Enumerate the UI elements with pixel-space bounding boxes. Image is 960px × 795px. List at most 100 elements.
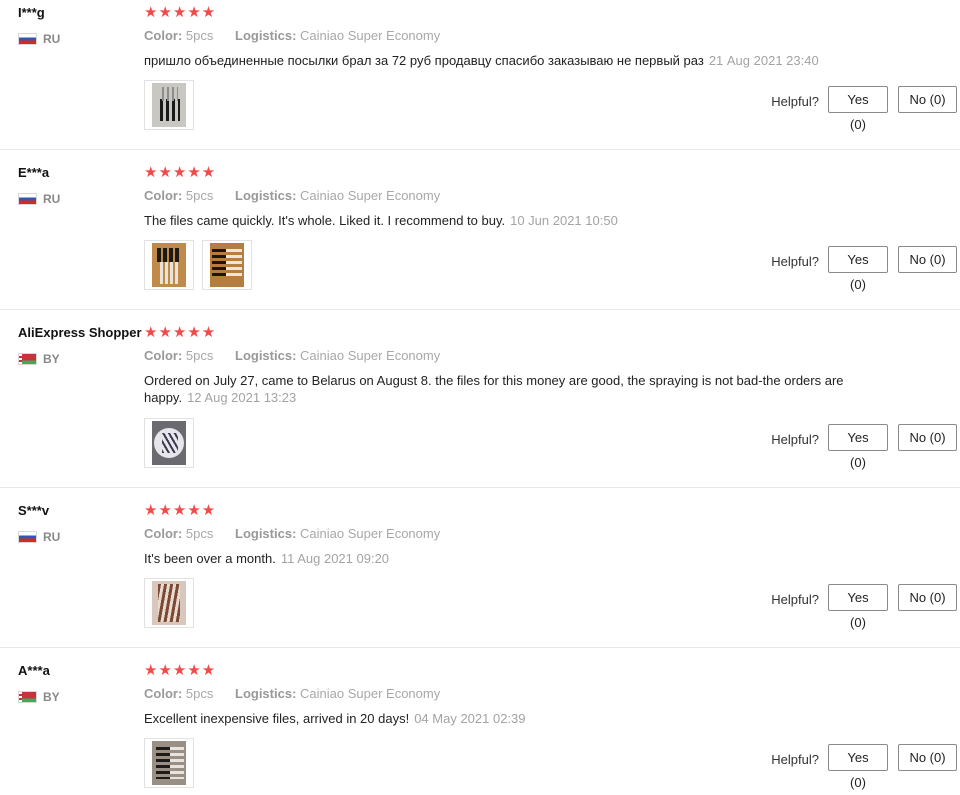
helpful-yes-button[interactable]: Yes (0) [828, 584, 888, 630]
reviewer-info: E***a RU [18, 164, 143, 207]
review-photo-thumbnail[interactable] [202, 240, 252, 290]
logistics-value: Cainiao Super Economy [300, 28, 441, 43]
review-text-block: The files came quickly. It's whole. Like… [144, 212, 864, 229]
review-item: A***a BY ★★★★★ Color: 5pcs Logistics: Ca… [0, 658, 960, 795]
review-date: 11 Aug 2021 09:20 [280, 551, 390, 566]
color-value: 5pcs [185, 686, 214, 701]
review-photos [144, 738, 194, 788]
color-value: 5pcs [185, 526, 214, 541]
color-label: Color: [144, 28, 183, 43]
review-body: ★★★★★ Color: 5pcs Logistics: Cainiao Sup… [144, 164, 864, 229]
color-value: 5pcs [185, 188, 214, 203]
country-code: RU [43, 192, 61, 206]
review-text: пришло объединенные посылки брал за 72 р… [144, 53, 704, 68]
helpful-label: Helpful? [771, 254, 819, 269]
helpful-no-button[interactable]: No (0) [898, 744, 957, 771]
logistics-label: Logistics: [235, 188, 297, 203]
helpful-yes-button[interactable]: Yes (0) [828, 86, 888, 132]
review-photos [144, 240, 252, 290]
flag-by-icon [18, 691, 37, 703]
logistics-value: Cainiao Super Economy [300, 348, 441, 363]
reviewer-country: RU [18, 191, 143, 207]
reviewer-info: A***a BY [18, 662, 143, 705]
logistics-value: Cainiao Super Economy [300, 526, 441, 541]
photo-files-icon [152, 581, 186, 625]
helpful-yes-button[interactable]: Yes (0) [828, 744, 888, 790]
review-meta: Color: 5pcs Logistics: Cainiao Super Eco… [144, 27, 864, 45]
reviewer-info: I***g RU [18, 4, 143, 47]
reviewer-info: AliExpress Shopper BY [18, 324, 143, 367]
helpful-no-button[interactable]: No (0) [898, 86, 957, 113]
review-date: 21 Aug 2021 23:40 [708, 53, 819, 68]
helpful-vote: Helpful? Yes (0) No (0) [771, 424, 957, 470]
review-item: S***v RU ★★★★★ Color: 5pcs Logistics: Ca… [0, 498, 960, 648]
review-body: ★★★★★ Color: 5pcs Logistics: Cainiao Sup… [144, 324, 864, 406]
helpful-no-button[interactable]: No (0) [898, 246, 957, 273]
reviewer-name: S***v [18, 503, 50, 518]
flag-ru-icon [18, 33, 37, 45]
reviewer-country: RU [18, 31, 143, 47]
photo-files-icon [152, 243, 186, 287]
helpful-vote: Helpful? Yes (0) No (0) [771, 584, 957, 630]
star-rating: ★★★★★ [144, 502, 217, 519]
star-rating: ★★★★★ [144, 324, 217, 341]
logistics-label: Logistics: [235, 526, 297, 541]
flag-ru-icon [18, 193, 37, 205]
review-photo-thumbnail[interactable] [144, 80, 194, 130]
photo-files-icon [210, 243, 244, 287]
review-text: Excellent inexpensive files, arrived in … [144, 711, 410, 726]
color-label: Color: [144, 348, 183, 363]
review-photo-thumbnail[interactable] [144, 418, 194, 468]
review-body: ★★★★★ Color: 5pcs Logistics: Cainiao Sup… [144, 4, 864, 69]
logistics-value: Cainiao Super Economy [300, 686, 441, 701]
review-date: 04 May 2021 02:39 [414, 711, 526, 726]
logistics-value: Cainiao Super Economy [300, 188, 441, 203]
review-item: AliExpress Shopper BY ★★★★★ Color: 5pcs … [0, 320, 960, 488]
reviewer-name: AliExpress Shopper [18, 325, 142, 340]
review-photo-thumbnail[interactable] [144, 738, 194, 788]
helpful-no-button[interactable]: No (0) [898, 584, 957, 611]
color-value: 5pcs [185, 348, 214, 363]
color-label: Color: [144, 686, 183, 701]
helpful-label: Helpful? [771, 592, 819, 607]
reviewer-country: BY [18, 351, 143, 367]
country-code: RU [43, 32, 61, 46]
logistics-label: Logistics: [235, 348, 297, 363]
review-photos [144, 418, 194, 468]
star-rating: ★★★★★ [144, 4, 217, 21]
review-photo-thumbnail[interactable] [144, 240, 194, 290]
review-photos [144, 578, 194, 628]
review-meta: Color: 5pcs Logistics: Cainiao Super Eco… [144, 187, 864, 205]
review-meta: Color: 5pcs Logistics: Cainiao Super Eco… [144, 525, 864, 543]
review-date: 12 Aug 2021 13:23 [187, 390, 297, 405]
helpful-label: Helpful? [771, 432, 819, 447]
photo-files-icon [152, 421, 186, 465]
country-code: BY [43, 690, 60, 704]
color-label: Color: [144, 526, 183, 541]
review-text-block: Ordered on July 27, came to Belarus on A… [144, 372, 856, 406]
review-photo-thumbnail[interactable] [144, 578, 194, 628]
review-item: E***a RU ★★★★★ Color: 5pcs Logistics: Ca… [0, 160, 960, 310]
reviewer-name: A***a [18, 663, 50, 678]
reviewer-name: I***g [18, 5, 45, 20]
reviewer-name: E***a [18, 165, 50, 180]
color-label: Color: [144, 188, 183, 203]
review-date: 10 Jun 2021 10:50 [510, 213, 618, 228]
review-text: It's been over a month. [144, 551, 276, 566]
helpful-vote: Helpful? Yes (0) No (0) [771, 86, 957, 132]
review-text-block: It's been over a month. 11 Aug 2021 09:20 [144, 550, 864, 567]
helpful-label: Helpful? [771, 94, 819, 109]
logistics-label: Logistics: [235, 686, 297, 701]
helpful-yes-button[interactable]: Yes (0) [828, 246, 888, 292]
country-code: BY [43, 352, 60, 366]
review-meta: Color: 5pcs Logistics: Cainiao Super Eco… [144, 685, 864, 703]
review-text-block: пришло объединенные посылки брал за 72 р… [144, 52, 864, 69]
flag-by-icon [18, 353, 37, 365]
review-meta: Color: 5pcs Logistics: Cainiao Super Eco… [144, 347, 864, 365]
helpful-no-button[interactable]: No (0) [898, 424, 957, 451]
logistics-label: Logistics: [235, 28, 297, 43]
reviewer-info: S***v RU [18, 502, 143, 545]
helpful-yes-button[interactable]: Yes (0) [828, 424, 888, 470]
review-photos [144, 80, 194, 130]
review-body: ★★★★★ Color: 5pcs Logistics: Cainiao Sup… [144, 662, 864, 727]
